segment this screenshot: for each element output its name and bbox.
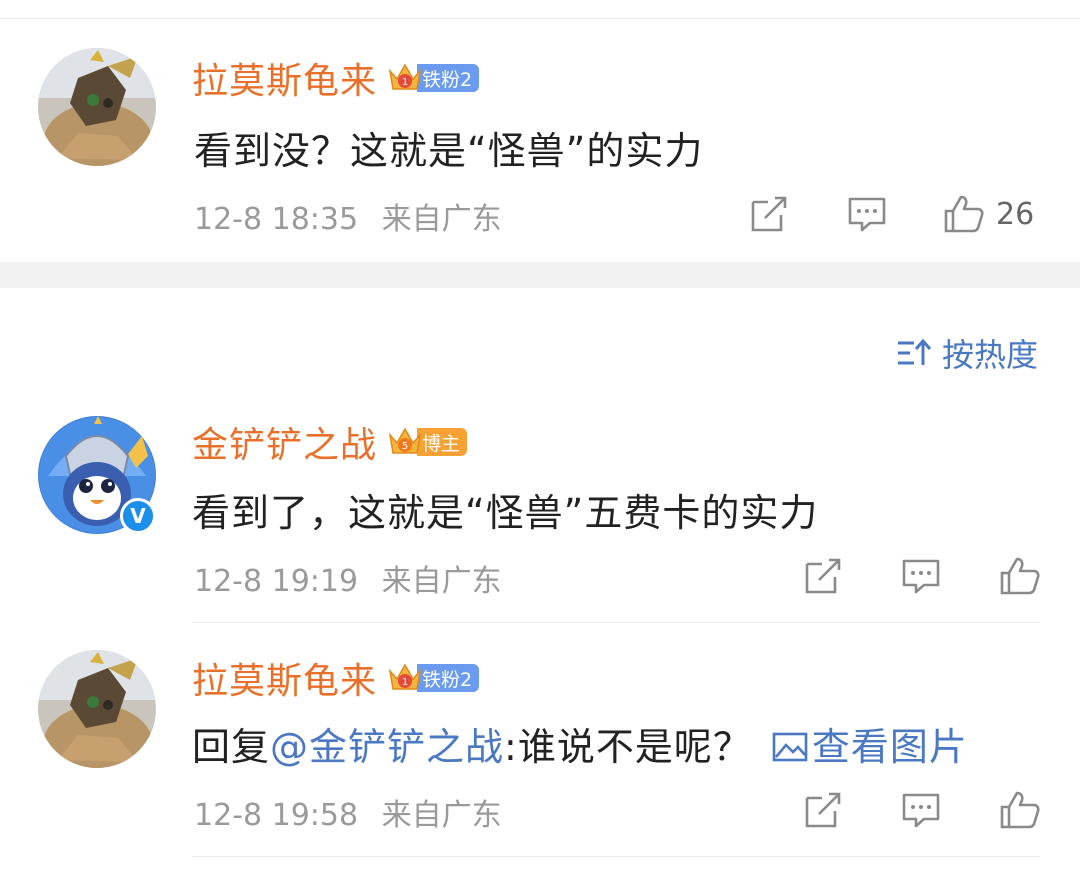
comment-actions <box>802 790 1042 830</box>
comment-text: 看到没？这就是“怪兽”的实力 <box>194 129 704 173</box>
location: 来自广东 <box>381 202 502 237</box>
comment-meta: 12-8 19:58 来自广东 <box>194 790 502 834</box>
fan-badge[interactable]: 1 铁粉2 <box>387 61 480 95</box>
sort-button[interactable]: 按热度 <box>896 330 1038 376</box>
section-separator <box>0 262 1080 288</box>
avatar[interactable] <box>38 650 156 768</box>
like-button[interactable] <box>998 790 1042 830</box>
share-icon[interactable] <box>802 556 844 596</box>
timestamp: 12-8 19:58 <box>194 798 359 833</box>
comment-card-top: 拉莫斯龟来 1 铁粉2 看到没？这就是“怪兽”的实力 12-8 18:35 来自… <box>0 0 1080 262</box>
location: 来自广东 <box>381 564 502 599</box>
view-image-label: 查看图片 <box>811 725 968 769</box>
svg-text:5: 5 <box>402 441 408 452</box>
crown-icon: 1 <box>387 661 423 695</box>
comment-text: 看到了，这就是“怪兽”五费卡的实力 <box>192 491 819 535</box>
like-button[interactable] <box>998 556 1042 596</box>
thumbs-up-icon <box>944 195 984 233</box>
comment-icon[interactable] <box>900 790 942 830</box>
badge-label: 博主 <box>417 428 468 456</box>
svg-text:1: 1 <box>402 677 408 688</box>
comment-meta: 12-8 19:19 来自广东 <box>194 556 502 600</box>
name-row: 拉莫斯龟来 1 铁粉2 <box>192 652 480 704</box>
svg-text:1: 1 <box>402 77 408 88</box>
mention-link[interactable]: @金铲铲之战 <box>270 725 504 769</box>
timestamp: 12-8 18:35 <box>194 202 359 237</box>
view-image-link[interactable]: 查看图片 <box>772 725 968 769</box>
share-icon[interactable] <box>748 194 790 234</box>
crown-icon: 5 <box>387 425 423 459</box>
reply-text: :谁说不是呢？ <box>504 725 752 769</box>
avatar[interactable] <box>38 48 156 166</box>
sort-icon <box>897 338 932 365</box>
verified-icon: V <box>120 498 156 534</box>
share-icon[interactable] <box>802 790 844 830</box>
comment-actions: 26 <box>748 194 1034 234</box>
divider <box>0 18 1080 19</box>
comment-list: 按热度 V 金铲铲之战 5 博主 看到了，这就是“怪兽”五费卡的实力 12-8 … <box>0 288 1080 896</box>
divider <box>192 856 1040 857</box>
timestamp: 12-8 19:19 <box>194 564 359 599</box>
reply-prefix: 回复 <box>192 725 271 769</box>
sort-label: 按热度 <box>941 336 1038 374</box>
badge-label: 铁粉2 <box>417 664 480 692</box>
badge-label: 铁粉2 <box>417 64 480 92</box>
like-count: 26 <box>996 196 1035 232</box>
name-row: 拉莫斯龟来 1 铁粉2 <box>192 52 480 104</box>
like-button[interactable]: 26 <box>942 194 1034 234</box>
crown-icon: 1 <box>387 61 423 95</box>
fan-badge[interactable]: 5 博主 <box>387 425 468 459</box>
picture-icon <box>772 728 808 772</box>
thumbs-up-icon <box>1000 557 1040 595</box>
divider <box>192 622 1040 623</box>
username[interactable]: 金铲铲之战 <box>192 416 377 468</box>
thumbs-up-icon <box>1000 791 1040 829</box>
username[interactable]: 拉莫斯龟来 <box>192 652 377 704</box>
location: 来自广东 <box>381 798 502 833</box>
name-row: 金铲铲之战 5 博主 <box>192 416 468 468</box>
comment-actions <box>802 556 1042 596</box>
username[interactable]: 拉莫斯龟来 <box>192 52 377 104</box>
comment-icon[interactable] <box>900 556 942 596</box>
comment-meta: 12-8 18:35 来自广东 <box>194 194 502 238</box>
comment-icon[interactable] <box>846 194 888 234</box>
comment-text: 回复@金铲铲之战:谁说不是呢？ 查看图片 <box>192 716 968 772</box>
fan-badge[interactable]: 1 铁粉2 <box>387 661 480 695</box>
